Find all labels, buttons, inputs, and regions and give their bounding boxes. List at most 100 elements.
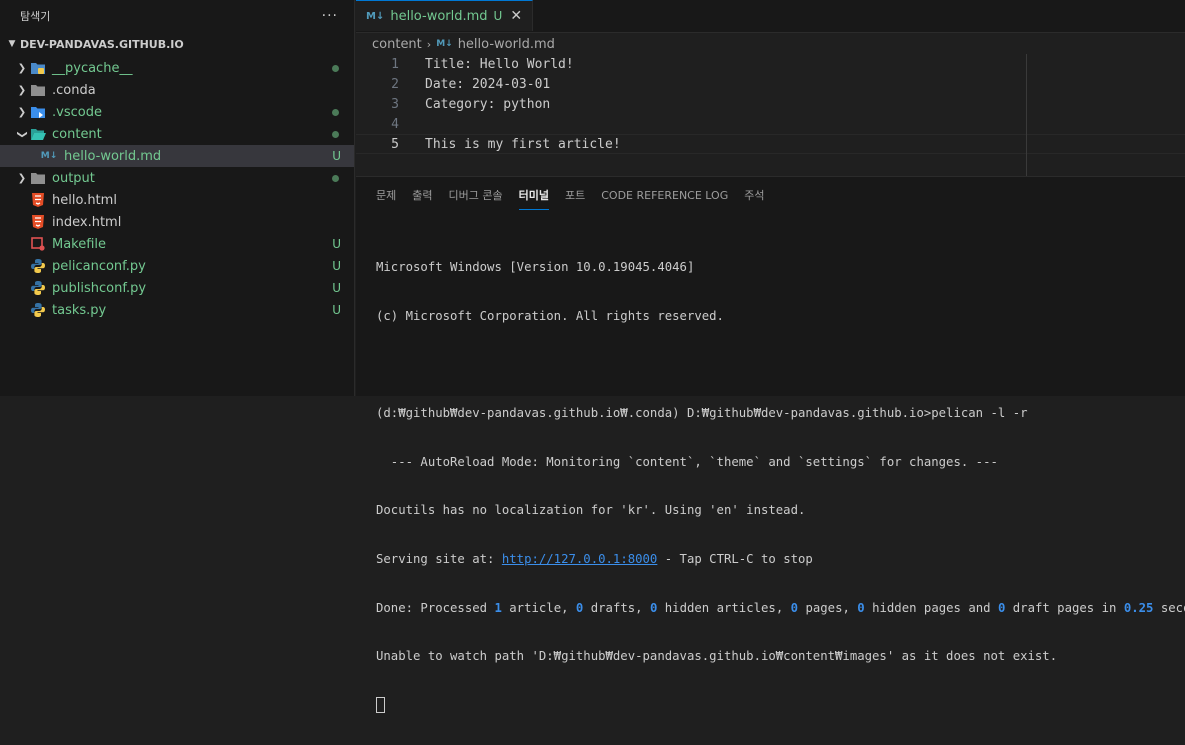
tree-item-label: hello-world.md (64, 148, 162, 164)
line-number: 4 (391, 116, 399, 132)
chevron-down-icon: ❯ (16, 129, 28, 139)
tree-item-label: Makefile (52, 236, 107, 252)
tree-item-conda[interactable]: ❯ .conda (0, 79, 354, 101)
tree-item-publishconf-py[interactable]: publishconf.py U (0, 277, 354, 299)
file-tree: ❯ __pycache__ ❯ .conda ❯ .vscode ❯ conte… (0, 57, 354, 321)
terminal-text: Done: Processed (376, 600, 495, 615)
code-line[interactable]: 2 Date: 2024-03-01 (356, 74, 1185, 94)
more-actions-button[interactable]: ··· (322, 8, 338, 24)
explorer-header: 탐색기 ··· (0, 0, 354, 32)
line-text: This is my first article! (425, 136, 621, 152)
line-number: 1 (391, 56, 399, 72)
tree-item-hello-world-md[interactable]: M↓ hello-world.md U (0, 145, 354, 167)
tree-item-pycache[interactable]: ❯ __pycache__ (0, 57, 354, 79)
breadcrumb: content › M↓ hello-world.md (356, 33, 1185, 55)
terminal-line: --- AutoReload Mode: Monitoring `content… (376, 454, 998, 469)
tree-item-vscode[interactable]: ❯ .vscode (0, 101, 354, 123)
line-text: Title: Hello World! (425, 56, 574, 72)
code-line[interactable]: 3 Category: python (356, 94, 1185, 114)
breadcrumb-folder[interactable]: content (372, 37, 422, 52)
terminal-number: 0 (649, 600, 658, 615)
terminal-number: 0 (575, 600, 584, 615)
python-icon (30, 258, 46, 274)
untracked-badge: U (332, 303, 341, 317)
workspace-root[interactable]: ▼ DEV-PANDAVAS.GITHUB.IO (0, 33, 354, 55)
line-number: 2 (391, 76, 399, 92)
explorer-sidebar: 탐색기 ··· ▼ DEV-PANDAVAS.GITHUB.IO ❯ __pyc… (0, 0, 355, 396)
editor-area: M↓ hello-world.md U ✕ content › M↓ hello… (356, 0, 1185, 176)
localhost-link[interactable]: http://127.0.0.1:8000 (502, 552, 657, 566)
code-line[interactable]: 1 Title: Hello World! (356, 54, 1185, 74)
terminal-text: Serving site at: (376, 551, 502, 566)
tree-item-label: output (52, 170, 95, 186)
chevron-right-icon: ❯ (17, 106, 27, 118)
tree-item-label: .conda (52, 82, 96, 98)
bottom-panel: 문제 출력 디버그 콘솔 터미널 포트 CODE REFERENCE LOG 주… (356, 176, 1185, 714)
terminal-text: pages, (798, 600, 858, 615)
terminal-line: (c) Microsoft Corporation. All rights re… (376, 309, 724, 323)
tree-item-pelicanconf-py[interactable]: pelicanconf.py U (0, 255, 354, 277)
terminal-line: (d:₩github₩dev-pandavas.github.io₩.conda… (376, 406, 1028, 421)
tree-item-tasks-py[interactable]: tasks.py U (0, 299, 354, 321)
tab-debug-console[interactable]: 디버그 콘솔 (449, 180, 503, 210)
tree-item-label: __pycache__ (52, 60, 133, 76)
code-line-current[interactable]: 5 This is my first article! (356, 134, 1185, 154)
terminal-line: Unable to watch path 'D:₩github₩dev-pand… (376, 649, 1058, 664)
tab-code-reference-log[interactable]: CODE REFERENCE LOG (601, 180, 728, 210)
terminal-prompt-line[interactable] (376, 697, 1185, 714)
code-editor[interactable]: 1 Title: Hello World! 2 Date: 2024-03-01 3… (356, 54, 1185, 154)
close-icon[interactable]: ✕ (510, 8, 522, 24)
terminal-line: Done: Processed 1 article, 0 drafts, 0 h… (376, 600, 1185, 616)
line-text: Date: 2024-03-01 (425, 76, 551, 92)
terminal-text: hidden articles, (657, 600, 791, 615)
markdown-icon: M↓ (366, 10, 385, 22)
tab-problems[interactable]: 문제 (376, 180, 396, 210)
untracked-badge: U (332, 281, 341, 295)
tree-item-label: tasks.py (52, 302, 107, 318)
terminal-text: seconds. (1160, 600, 1185, 615)
tab-hello-world-md[interactable]: M↓ hello-world.md U ✕ (356, 0, 534, 31)
terminal-number: 0 (997, 600, 1006, 615)
python-icon (30, 302, 46, 318)
tree-item-index-html[interactable]: index.html (0, 211, 354, 233)
tree-item-makefile[interactable]: Makefile U (0, 233, 354, 255)
modified-dot (332, 131, 339, 138)
terminal-line: Serving site at: http://127.0.0.1:8000 -… (376, 551, 1185, 567)
code-line[interactable]: 4 (356, 114, 1185, 134)
tree-item-label: index.html (52, 214, 122, 230)
markdown-icon: M↓ (436, 39, 453, 49)
terminal-text: - Tap CTRL-C to stop (657, 551, 813, 566)
terminal-text: drafts, (583, 600, 650, 615)
line-number: 5 (391, 136, 399, 152)
chevron-right-icon: ❯ (17, 62, 27, 74)
tree-item-hello-html[interactable]: hello.html (0, 189, 354, 211)
line-text: Category: python (425, 96, 551, 112)
modified-dot (332, 65, 339, 72)
tab-output[interactable]: 출력 (412, 180, 432, 210)
modified-dot (332, 109, 339, 116)
terminal-line: Microsoft Windows [Version 10.0.19045.40… (376, 260, 695, 275)
untracked-badge: U (332, 149, 341, 163)
html-icon (30, 192, 46, 208)
tab-ports[interactable]: 포트 (565, 180, 585, 210)
breadcrumb-file[interactable]: hello-world.md (458, 37, 555, 52)
editor-tabbar: M↓ hello-world.md U ✕ (356, 0, 1185, 33)
html-icon (30, 214, 46, 230)
untracked-badge: U (493, 9, 503, 23)
folder-vscode-icon (30, 104, 46, 120)
explorer-title: 탐색기 (20, 10, 51, 23)
tab-comments[interactable]: 주석 (744, 180, 764, 210)
terminal-output[interactable]: Microsoft Windows [Version 10.0.19045.40… (376, 227, 1185, 745)
tree-item-label: content (52, 126, 102, 142)
tree-item-output[interactable]: ❯ output (0, 167, 354, 189)
terminal-text: hidden pages and (864, 600, 998, 615)
untracked-badge: U (332, 259, 341, 273)
terminal-number: 0.25 (1123, 600, 1154, 615)
chevron-right-icon: ❯ (17, 84, 27, 96)
tab-terminal[interactable]: 터미널 (518, 180, 549, 210)
terminal-number: 0 (857, 600, 865, 615)
markdown-icon: M↓ (40, 151, 58, 161)
tree-item-content[interactable]: ❯ content (0, 123, 354, 145)
tree-item-label: pelicanconf.py (52, 258, 146, 274)
